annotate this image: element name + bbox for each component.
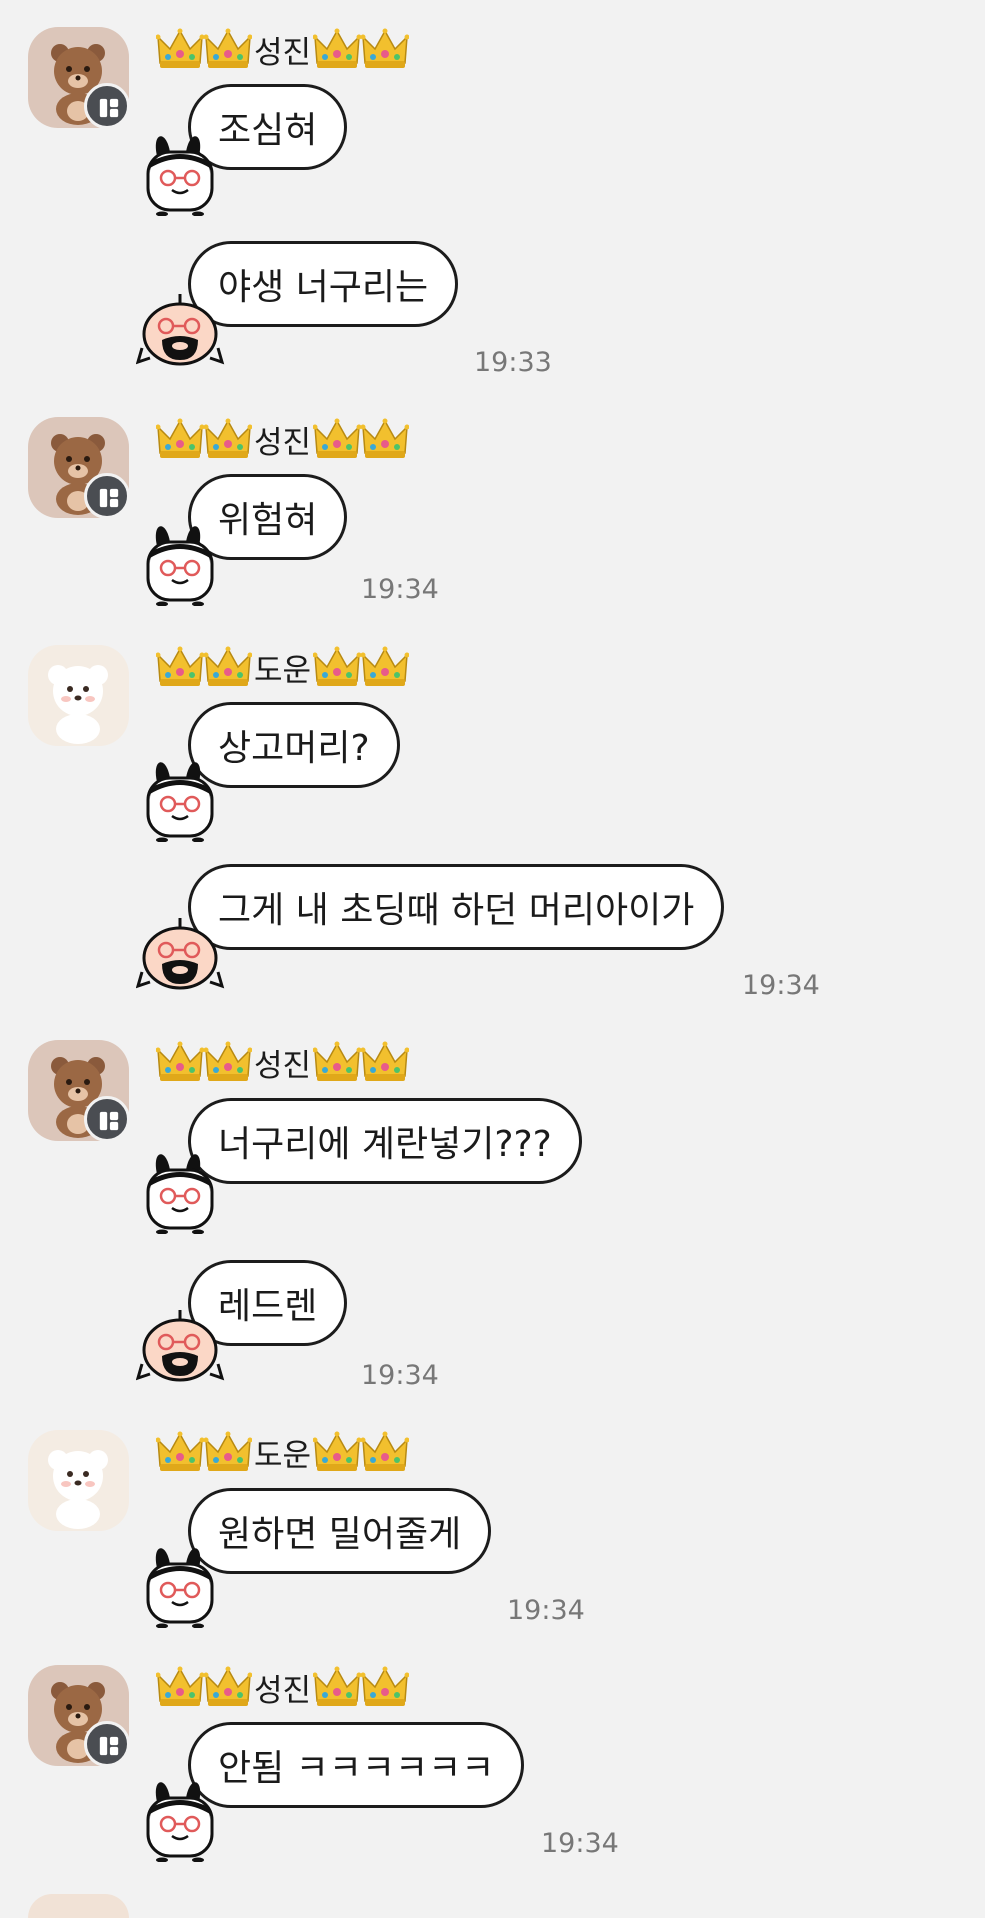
crown-icon xyxy=(313,27,361,71)
bear-avatar[interactable] xyxy=(28,1665,130,1767)
message-bubble[interactable]: 너구리에 계란넣기??? xyxy=(188,1098,582,1184)
crown-icon xyxy=(361,27,409,71)
bald-sticker-icon xyxy=(136,282,226,372)
profile-badge-icon xyxy=(84,83,130,129)
profile-badge-icon xyxy=(84,1096,130,1142)
profile-badge-icon xyxy=(84,473,130,519)
crown-icon xyxy=(204,27,252,71)
bunny-sticker-icon xyxy=(136,126,226,216)
dog-icon xyxy=(28,645,129,746)
crown-icon xyxy=(156,27,204,71)
crown-icon xyxy=(313,1665,361,1709)
sender-name: 도운 xyxy=(156,645,409,689)
message-time: 19:33 xyxy=(474,347,552,378)
bunny-sticker-icon xyxy=(136,1538,226,1628)
bear-avatar[interactable] xyxy=(28,417,130,519)
bear-avatar[interactable] xyxy=(28,27,130,129)
crown-icon xyxy=(156,1430,204,1474)
avatar-partial xyxy=(28,1894,129,1918)
crown-icon xyxy=(313,417,361,461)
crown-icon xyxy=(156,417,204,461)
crown-icon xyxy=(204,417,252,461)
message-bubble[interactable]: 안됨 ㅋㅋㅋㅋㅋㅋ xyxy=(188,1722,525,1808)
bunny-sticker-icon xyxy=(136,1144,226,1234)
message-time: 19:34 xyxy=(507,1595,585,1626)
message-time: 19:34 xyxy=(361,574,439,605)
crown-icon xyxy=(204,645,252,689)
crown-icon xyxy=(313,645,361,689)
bear-avatar[interactable] xyxy=(28,1040,130,1142)
crown-icon xyxy=(204,1040,252,1084)
message-bubble[interactable]: 야생 너구리는 xyxy=(188,241,459,327)
crown-icon xyxy=(156,645,204,689)
sender-name: 성진 xyxy=(156,417,409,461)
crown-icon xyxy=(156,1665,204,1709)
message-time: 19:34 xyxy=(361,1360,439,1391)
sender-name: 성진 xyxy=(156,1665,409,1709)
crown-icon xyxy=(361,645,409,689)
bunny-sticker-icon xyxy=(136,1772,226,1862)
bunny-sticker-icon xyxy=(136,752,226,842)
message-time: 19:34 xyxy=(541,1828,619,1859)
dog-icon xyxy=(28,1430,129,1531)
crown-icon xyxy=(361,417,409,461)
message-bubble[interactable]: 원하면 밀어줄게 xyxy=(188,1488,492,1574)
dog-avatar[interactable] xyxy=(28,645,129,746)
bald-sticker-icon xyxy=(136,1298,226,1388)
crown-icon xyxy=(361,1040,409,1084)
message-bubble[interactable]: 그게 내 초딩때 하던 머리아이가 xyxy=(188,864,725,950)
crown-icon xyxy=(361,1430,409,1474)
crown-icon xyxy=(156,1040,204,1084)
crown-icon xyxy=(204,1665,252,1709)
message-time: 19:34 xyxy=(742,970,820,1001)
sender-name: 성진 xyxy=(156,1040,409,1084)
crown-icon xyxy=(313,1430,361,1474)
crown-icon xyxy=(313,1040,361,1084)
crown-icon xyxy=(361,1665,409,1709)
sender-name: 성진 xyxy=(156,27,409,71)
bald-sticker-icon xyxy=(136,906,226,996)
profile-badge-icon xyxy=(84,1721,130,1767)
bunny-sticker-icon xyxy=(136,516,226,606)
crown-icon xyxy=(204,1430,252,1474)
sender-name: 도운 xyxy=(156,1430,409,1474)
dog-avatar[interactable] xyxy=(28,1430,129,1531)
